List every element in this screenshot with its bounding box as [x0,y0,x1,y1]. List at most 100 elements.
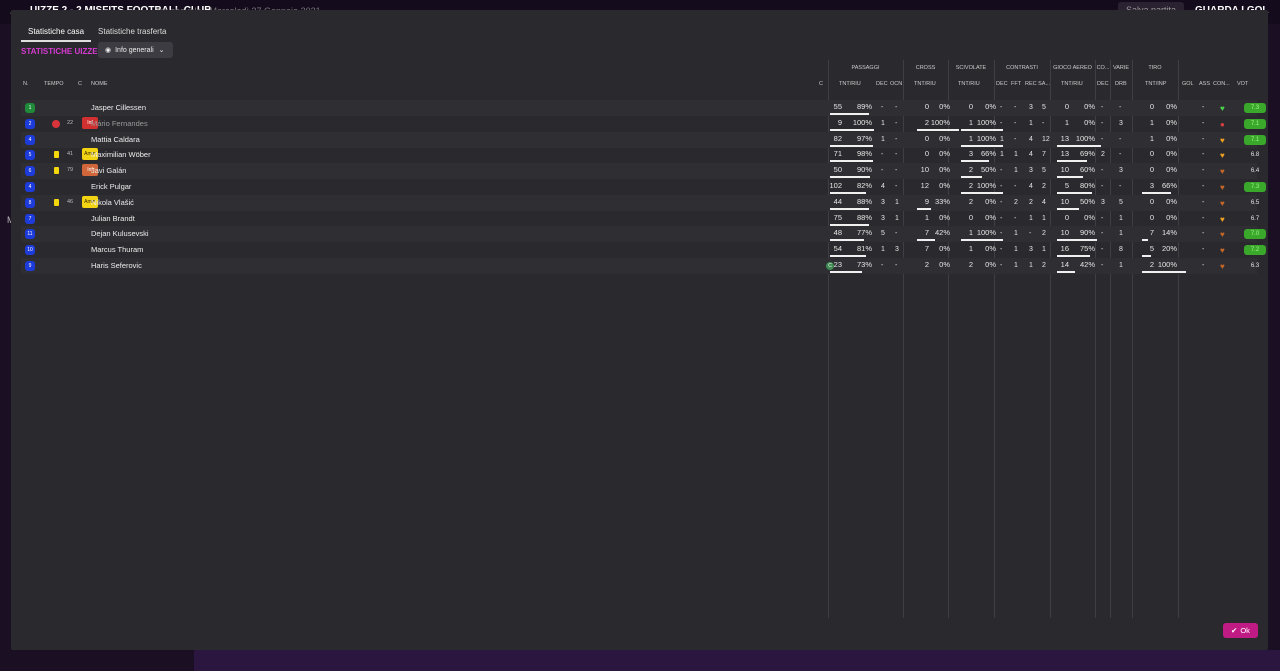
col-passes-decisive[interactable]: DEC [876,81,888,87]
table-row[interactable]: 7 Julian Brandt 75 88% 3 1 1 0% 0 0% - -1 1 0 0% -1 0 0% -… [21,211,1259,227]
table-row[interactable]: 4 Erick Pulgar 102 82% 4-12 0% 2 100% - -4 2 5 80% - -… [21,179,1266,195]
co-decisive: 3 [1101,198,1105,206]
player-name[interactable]: Javi Galán [91,166,126,175]
view-dropdown[interactable]: ◉ Info generali ⌄ [98,42,173,58]
recoveries: 4 [1029,183,1033,190]
col-fouls[interactable]: FFT [1011,81,1021,87]
col-condition[interactable]: C [78,81,82,87]
contrasts-decisive: 1 [1000,151,1004,159]
aerial-bar [1057,144,1101,147]
passes-percent: 81% [856,244,872,254]
player-name[interactable]: Mário Fernandes [91,119,148,128]
dribbles: 5 [1119,198,1123,206]
group-header-passes: PASSAGGI [851,65,880,71]
aerial-percent: 69% [1079,149,1095,159]
recoveries: 1 [1029,214,1033,222]
recoveries: 3 [1029,104,1033,111]
tab-away-stats[interactable]: Statistiche trasferta [91,24,173,42]
player-name[interactable]: Marcus Thuram [91,245,143,254]
col-cross-attempted[interactable]: TNT/RIU [914,81,936,87]
co-decisive: - [1101,230,1104,238]
shirt-number: 10 [25,245,35,256]
col-recoveries[interactable]: REC SA... [1025,81,1050,87]
shots-attempted: 0 [1149,196,1154,206]
passes-percent: 88% [856,212,872,222]
table-row[interactable]: 6 79 Inf Javi Galán 50 90% - -10 0% 2 50% -1 3 5 10 60%… [21,163,1259,180]
shirt-number: 2 [25,118,35,129]
col-condition-morale[interactable]: CON... [1213,81,1230,87]
tab-home-stats[interactable]: Statistiche casa [21,24,92,42]
chances-created: - [895,119,898,127]
player-name[interactable]: Jasper Cillessen [91,103,146,112]
table-row[interactable]: 11 Dejan Kulusevski 48 77% 5-7 42% 1 100% -1-2 10… [21,226,1266,243]
sub-time: 22 [67,119,74,126]
shots-bar [1142,271,1186,273]
crosses-percent: 0% [939,133,950,143]
table-row[interactable]: 4 Mattia Caldara 82 97% 1-0 0% 1 100% 1-4 12 13 100… [21,131,1266,148]
assists: - [1202,198,1205,206]
morale-icon: ♥ [1220,246,1225,256]
stats-tabs: Statistiche casa Statistiche trasferta [21,24,174,42]
aerial-attempted: 10 [1060,228,1069,238]
rating-badge: 7.0 [1244,229,1266,240]
player-name[interactable]: Julian Brandt [91,214,135,223]
col-passes-attempted[interactable]: TNT/RIU [839,81,861,87]
shots-attempted: 7 [1149,228,1154,238]
col-shots-attempted[interactable]: TNT/INP [1145,81,1166,87]
passes-bar [830,223,869,226]
col-number[interactable]: N. [23,81,29,87]
player-name[interactable]: Dejan Kulusevski [91,229,149,238]
table-row[interactable]: 2 22 Inf Mário Fernandes 9 100% 1-2 100% 1 100% - -… [21,116,1266,132]
table-row[interactable]: 9 Haris Seferovic C 23 73% - -2 0% 2 0% -1 1 2 14 42% -… [21,258,1259,274]
crosses-bar [917,128,959,131]
table-row[interactable]: 1 Jasper Cillessen 55 89% - -0 0% 0 0% - -3 5 0 0% - -0… [21,100,1266,116]
crosses-percent: 0% [939,212,950,222]
col-contrasts-decisive[interactable]: DEC [996,81,1008,87]
contrasts-decisive: - [1000,183,1003,190]
player-name[interactable]: Maximilian Wöber [91,150,151,159]
col-goals[interactable]: GOL [1182,81,1194,87]
col-tackles-attempted[interactable]: TNT/RIU [958,81,980,87]
shots-attempted: 3 [1149,181,1154,190]
contrasts-sa: 7 [1042,151,1046,159]
crosses-attempted: 10 [920,165,929,175]
col-name[interactable]: NOME [91,81,108,87]
player-name[interactable]: Mattia Caldara [91,135,140,144]
col-time[interactable]: TEMPO [44,81,64,87]
contrasts-decisive: - [1000,104,1003,111]
tackles-attempted: 0 [968,212,973,222]
rating-badge: 6.5 [1250,199,1260,206]
player-name[interactable]: Haris Seferovic [91,261,142,270]
tackles-percent: 100% [976,133,996,143]
passes-percent: 89% [856,102,872,111]
yellow-card-icon [54,167,59,175]
col-rating[interactable]: VOT [1237,81,1248,87]
ok-button[interactable]: ✔ Ok [1223,623,1258,638]
table-row[interactable]: 8 46 Amm Nikola Vlašić 44 88% 3 1 9 33% 2 0% -2 2 4 10 5… [21,194,1259,211]
contrasts-sa: 2 [1042,230,1046,238]
shots-percent: 100% [1157,260,1177,269]
fouls: 1 [1014,151,1018,159]
col-chances[interactable]: OCN [890,81,902,87]
co-decisive: - [1101,167,1104,175]
passes-bar [830,160,873,163]
passes-bar [830,255,866,258]
shots-attempted: 2 [1149,260,1154,269]
col-captain[interactable]: C [819,81,823,87]
col-co-decisive[interactable]: DEC [1097,81,1109,87]
contrasts-sa: 5 [1042,167,1046,175]
table-row[interactable]: 5 41 Amm Maximilian Wöber 71 98% - -0 0% 3 66% 1 1 4 7… [21,147,1259,163]
player-name[interactable]: Erick Pulgar [91,182,131,191]
co-decisive: - [1101,119,1104,127]
shots-attempted: 1 [1149,117,1154,127]
col-assists[interactable]: ASS [1199,81,1210,87]
shirt-number: 11 [25,229,35,240]
table-row[interactable]: 10 Marcus Thuram 54 81% 1 3 7 0% 1 0% -1 3 1 16 75% -8 5… [21,242,1266,258]
player-name[interactable]: Nikola Vlašić [91,198,134,207]
passes-percent: 73% [856,260,872,269]
shirt-number: 7 [25,213,35,224]
col-aerial-attempted[interactable]: TNT/RIU [1061,81,1083,87]
passes-percent: 82% [856,181,872,190]
col-dribbles[interactable]: DRB [1115,81,1127,87]
morale-icon: ♥ [1220,135,1225,145]
